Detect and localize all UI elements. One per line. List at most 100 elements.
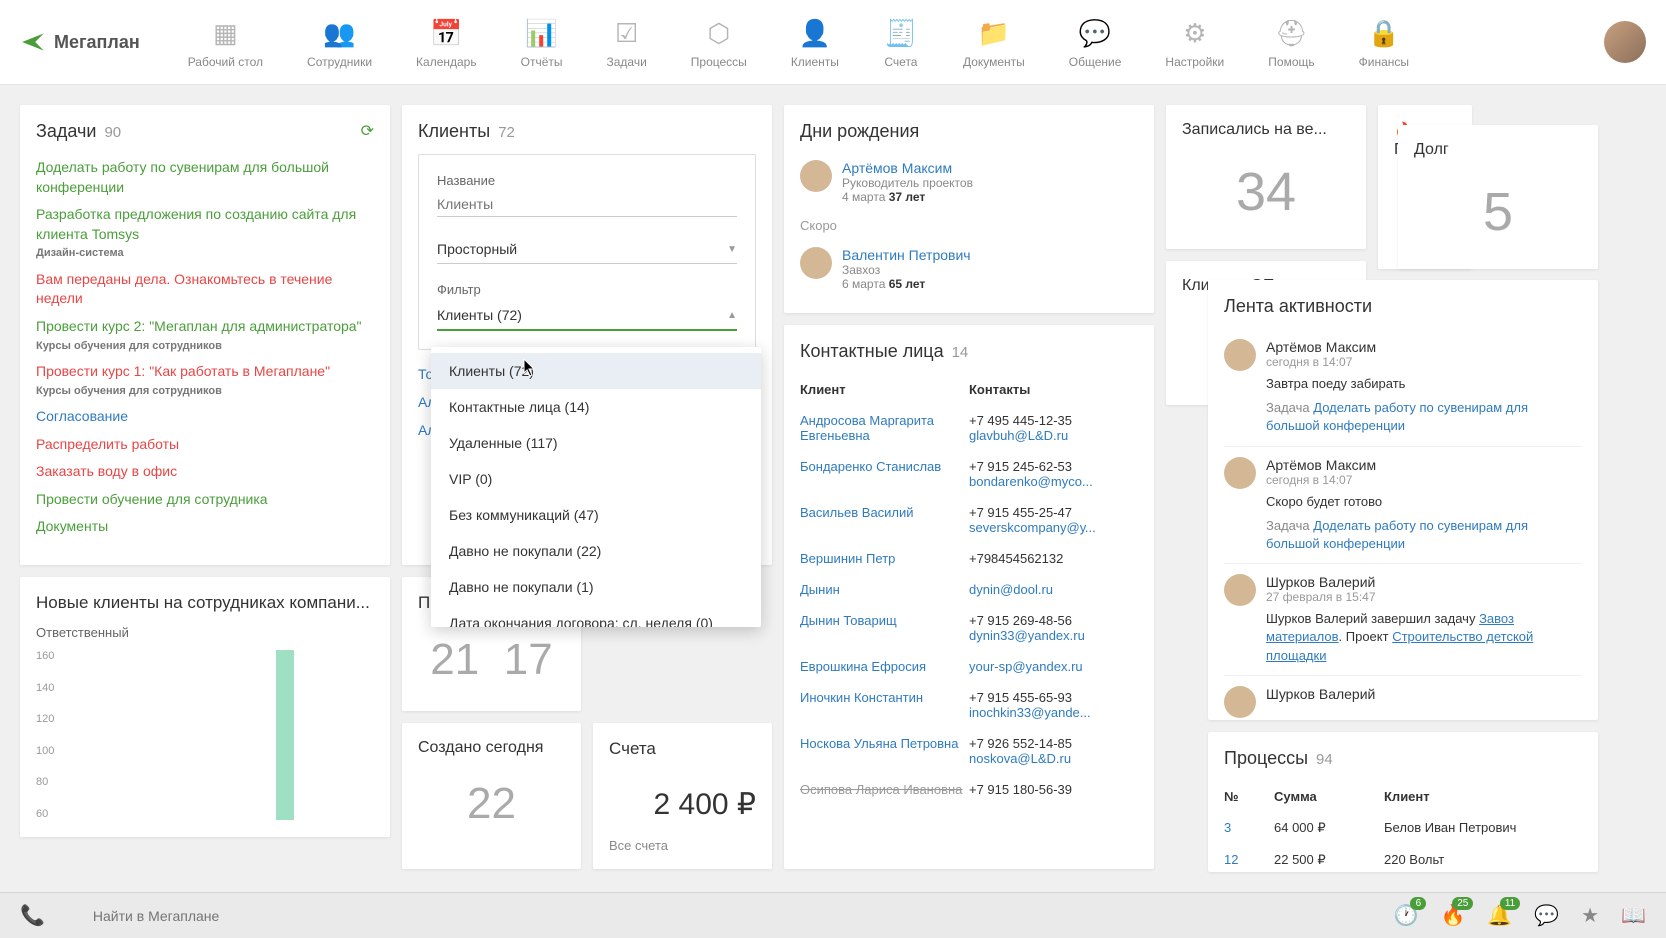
dropdown-option[interactable]: Удаленные (117) — [431, 425, 761, 461]
nav-contacts[interactable]: 👤Клиенты — [783, 11, 847, 73]
fire-icon[interactable]: 🔥25 — [1440, 903, 1465, 928]
dropdown-option[interactable]: Клиенты (72) — [431, 353, 761, 389]
nav-flow[interactable]: ⬡Процессы — [683, 11, 755, 73]
contact-email[interactable]: inochkin33@yande... — [969, 705, 1138, 720]
birthdays-widget: Дни рождения Артёмов МаксимРуководитель … — [784, 105, 1154, 313]
proc-client: 220 Вольт — [1384, 852, 1582, 868]
task-item[interactable]: Согласование — [36, 403, 374, 431]
task-item[interactable]: Доделать работу по сувенирам для большой… — [36, 154, 374, 201]
tasks-widget: Задачи 90 Доделать работу по сувенирам д… — [20, 105, 390, 565]
nav-folder[interactable]: 📁Документы — [955, 11, 1033, 73]
contact-client[interactable]: Андросова Маргарита Евгеньевна — [800, 413, 969, 443]
contact-client[interactable]: Бондаренко Станислав — [800, 459, 969, 489]
nav-clipboard[interactable]: ☑Задачи — [599, 11, 655, 73]
bd-name[interactable]: Артёмов Максим — [842, 160, 973, 176]
nav-invoice[interactable]: 🧾Счета — [875, 11, 927, 73]
bd-date: 4 марта 37 лет — [842, 190, 973, 204]
nav-chat[interactable]: 💬Общение — [1061, 11, 1130, 73]
task-item[interactable]: Провести обучение для сотрудника — [36, 486, 374, 514]
nav-calendar[interactable]: 📅Календарь — [408, 11, 485, 73]
tasks-title-text: Задачи — [36, 121, 96, 142]
user-avatar[interactable] — [1604, 21, 1646, 63]
dropdown-option[interactable]: Без коммуникаций (47) — [431, 497, 761, 533]
bd-name[interactable]: Валентин Петрович — [842, 247, 971, 263]
accounts-widget: Счета 2 400 ₽ Все счета — [593, 723, 772, 869]
nav-safe[interactable]: 🔒Финансы — [1351, 11, 1417, 73]
birthdays-list: Артёмов МаксимРуководитель проектов4 мар… — [800, 154, 1138, 210]
logo[interactable]: Мегаплан — [20, 29, 140, 55]
dropdown-option[interactable]: Давно не покупали (22) — [431, 533, 761, 569]
contact-email[interactable]: dynin33@yandex.ru — [969, 628, 1138, 643]
task-item[interactable]: Распределить работы — [36, 431, 374, 459]
clock-icon[interactable]: 🕐6 — [1394, 903, 1419, 928]
grid-icon: ▦ — [207, 15, 243, 51]
contact-client[interactable]: Иночкин Константин — [800, 690, 969, 720]
activity-task: Задача Доделать работу по сувенирам для … — [1266, 399, 1582, 435]
dropdown-option[interactable]: Дата окончания договора: сл. неделя (0) — [431, 605, 761, 627]
contact-client[interactable]: Вершинин Петр — [800, 551, 969, 566]
task-item[interactable]: Заказать воду в офис — [36, 458, 374, 486]
nav-help[interactable]: ⛑Помощь — [1260, 11, 1322, 73]
logo-icon — [20, 29, 46, 55]
activity-author[interactable]: Шурков Валерий — [1266, 574, 1582, 590]
created-today-value: 22 — [418, 769, 565, 839]
y-tick: 160 — [36, 650, 54, 662]
contacts-table: Клиент Контакты Андросова Маргарита Евге… — [800, 374, 1138, 805]
filter-name-input[interactable] — [437, 192, 737, 217]
contact-client[interactable]: Еврошкина Ефросия — [800, 659, 969, 674]
chat-icon[interactable]: 💬 — [1534, 903, 1559, 928]
task-item[interactable]: Вам переданы дела. Ознакомьтесь в течени… — [36, 266, 374, 313]
contact-info: +7 915 180-56-39 — [969, 782, 1138, 797]
dropdown-option[interactable]: Контактные лица (14) — [431, 389, 761, 425]
contact-client[interactable]: Осипова Лариса Ивановна — [800, 782, 969, 797]
stat-p-v1: 21 — [430, 625, 479, 695]
topbar: Мегаплан ▦Рабочий стол 👥Сотрудники 📅Календ… — [0, 0, 1666, 85]
activity-author[interactable]: Артёмов Максим — [1266, 457, 1582, 473]
contact-email[interactable]: noskova@L&D.ru — [969, 751, 1138, 766]
avatar — [1224, 339, 1256, 371]
filter-value-select[interactable]: Клиенты (72) ▲ — [437, 301, 737, 331]
nav-grid[interactable]: ▦Рабочий стол — [180, 11, 271, 73]
search-input[interactable] — [85, 900, 985, 932]
y-tick: 140 — [36, 682, 54, 694]
proc-num[interactable]: 12 — [1224, 852, 1274, 868]
birthday-row: Артёмов МаксимРуководитель проектов4 мар… — [800, 154, 1138, 210]
nav-users[interactable]: 👥Сотрудники — [299, 11, 380, 73]
dropdown-option[interactable]: VIP (0) — [431, 461, 761, 497]
dropdown-option[interactable]: Давно не покупали (1) — [431, 569, 761, 605]
bell-icon[interactable]: 🔔11 — [1487, 903, 1512, 928]
contact-info: +7 915 455-65-93inochkin33@yande... — [969, 690, 1138, 720]
nav-gear[interactable]: ⚙Настройки — [1157, 11, 1232, 73]
bell-badge: 11 — [1500, 897, 1520, 910]
task-item[interactable]: Разработка предложения по созданию сайта… — [36, 201, 374, 266]
avatar — [1224, 457, 1256, 489]
contact-client[interactable]: Дынин — [800, 582, 969, 597]
contact-email[interactable]: dynin@dool.ru — [969, 582, 1138, 597]
book-icon[interactable]: 📖 — [1621, 903, 1646, 928]
proc-num[interactable]: 3 — [1224, 820, 1274, 836]
contact-client[interactable]: Дынин Товарищ — [800, 613, 969, 643]
filter-field-select[interactable]: Просторный ▼ — [437, 235, 737, 264]
contact-client[interactable]: Носкова Ульяна Петровна — [800, 736, 969, 766]
activity-time: сегодня в 14:07 — [1266, 355, 1582, 369]
star-icon[interactable]: ★ — [1581, 903, 1599, 928]
nav-label: Отчёты — [521, 55, 563, 69]
contact-email[interactable]: severskcompany@у... — [969, 520, 1138, 535]
activity-widget: Лента активности Артёмов Максимсегодня в… — [1208, 280, 1598, 720]
contact-email[interactable]: glavbuh@L&D.ru — [969, 428, 1138, 443]
contact-client[interactable]: Васильев Василий — [800, 505, 969, 535]
task-item[interactable]: Провести курс 1: "Как работать в Мегапла… — [36, 358, 374, 403]
task-item[interactable]: Документы — [36, 513, 374, 541]
activity-author[interactable]: Шурков Валерий — [1266, 686, 1582, 702]
task-item[interactable]: Провести курс 2: "Мегаплан для администр… — [36, 313, 374, 358]
contact-email[interactable]: bondarenko@myco... — [969, 474, 1138, 489]
y-tick: 60 — [36, 808, 54, 820]
activity-author[interactable]: Артёмов Максим — [1266, 339, 1582, 355]
contact-email[interactable]: your-sp@yandex.ru — [969, 659, 1138, 674]
processes-count: 94 — [1316, 751, 1333, 768]
chart-area: 1601401201008060 — [36, 650, 374, 820]
accounts-all-link[interactable]: Все счета — [609, 838, 756, 853]
nav-chart[interactable]: 📊Отчёты — [513, 11, 571, 73]
phone-icon[interactable]: 📞 — [20, 903, 45, 928]
activity-body: Скоро будет готово — [1266, 493, 1582, 511]
